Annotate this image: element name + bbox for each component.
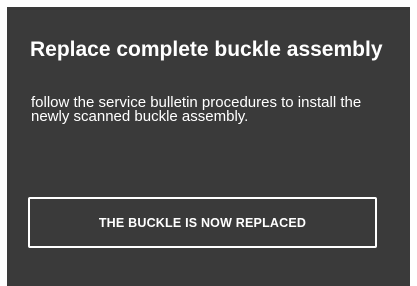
dialog-title: Replace complete buckle assembly [30,38,383,61]
buckle-replaced-button[interactable]: THE BUCKLE IS NOW REPLACED [28,197,377,248]
dialog-message: follow the service bulletin procedures t… [31,94,362,125]
instruction-panel: Replace complete buckle assembly follow … [7,7,410,286]
